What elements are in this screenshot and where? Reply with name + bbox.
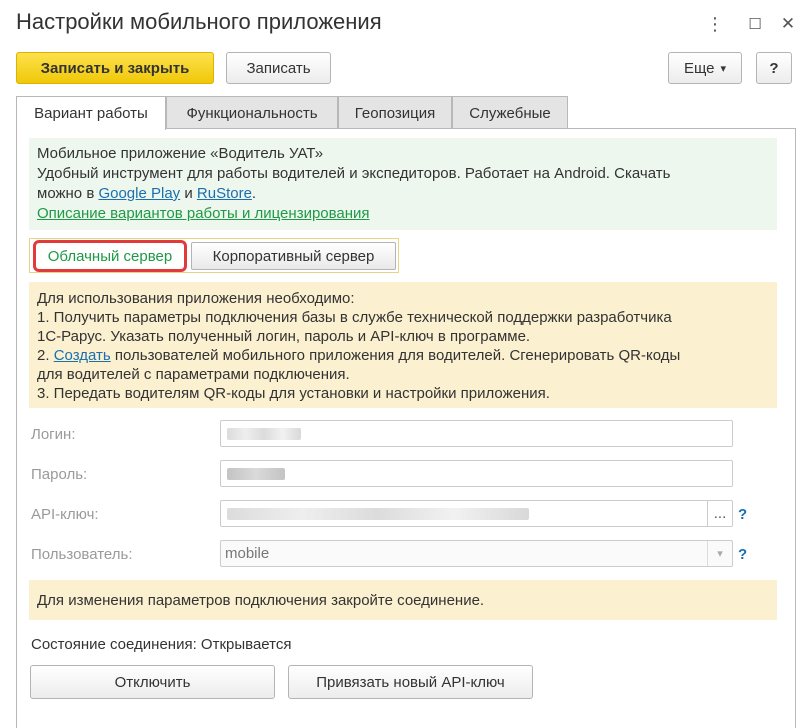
- rustore-link[interactable]: RuStore: [197, 185, 252, 202]
- close-icon[interactable]: ✕: [776, 12, 800, 36]
- bind-new-api-key-button[interactable]: Привязать новый API-ключ: [288, 665, 533, 699]
- app-info-title: Мобильное приложение «Водитель УАТ»: [37, 145, 324, 162]
- create-users-link[interactable]: Создать: [54, 347, 111, 364]
- instructions-line: 1С-Рарус. Указать полученный логин, паро…: [37, 328, 531, 345]
- connection-note-text: Для изменения параметров подключения зак…: [37, 591, 485, 609]
- app-info-download: можно в Google Play и RuStore.: [37, 184, 769, 204]
- tab-service[interactable]: Служебные: [452, 96, 568, 129]
- download-suffix: .: [251, 185, 257, 202]
- password-value-redacted: [227, 468, 285, 480]
- save-and-close-button[interactable]: Записать и закрыть: [16, 52, 214, 84]
- save-button[interactable]: Записать: [226, 52, 331, 84]
- user-help-icon[interactable]: ?: [738, 546, 747, 563]
- login-value-redacted: [227, 428, 301, 440]
- instructions-line: 2. Создать пользователей мобильного прил…: [37, 346, 769, 365]
- more-label: Еще: [683, 59, 715, 77]
- password-field[interactable]: [220, 460, 733, 487]
- instructions-line: Для использования приложения необходимо:: [37, 290, 355, 307]
- user-select-value: mobile: [225, 545, 270, 562]
- step2-prefix: 2.: [37, 347, 54, 364]
- user-label: Пользователь:: [31, 546, 133, 563]
- app-info-box: Мобильное приложение «Водитель УАТ» Удоб…: [29, 138, 777, 230]
- password-label: Пароль:: [31, 466, 88, 483]
- api-key-select-button[interactable]: ...: [707, 501, 732, 526]
- api-key-field[interactable]: ...: [220, 500, 733, 527]
- connection-status-label: Состояние соединения:: [31, 636, 197, 653]
- download-and: и: [180, 185, 197, 202]
- instructions-line: 3. Передать водителям QR-коды для устано…: [37, 385, 550, 402]
- login-field[interactable]: [220, 420, 733, 447]
- tab-geoposition[interactable]: Геопозиция: [338, 96, 452, 129]
- help-button[interactable]: ?: [756, 52, 792, 84]
- step2-text: пользователей мобильного приложения для …: [110, 347, 681, 364]
- app-info-desc: Удобный инструмент для работы водителей …: [37, 165, 671, 182]
- instructions-box: Для использования приложения необходимо:…: [29, 282, 777, 408]
- server-type-switch: Облачный сервер Корпоративный сервер: [29, 238, 399, 273]
- disconnect-button[interactable]: Отключить: [30, 665, 275, 699]
- instructions-line: 1. Получить параметры подключения базы в…: [37, 309, 672, 326]
- tab-work-mode[interactable]: Вариант работы: [16, 96, 166, 130]
- google-play-link[interactable]: Google Play: [98, 185, 180, 202]
- corporate-server-option[interactable]: Корпоративный сервер: [191, 242, 396, 270]
- licensing-description-link[interactable]: Описание вариантов работы и лицензирован…: [37, 205, 370, 222]
- api-key-help-icon[interactable]: ?: [738, 506, 747, 523]
- connection-status: Состояние соединения: Открывается: [31, 636, 291, 653]
- connection-note: Для изменения параметров подключения зак…: [29, 580, 777, 620]
- chevron-down-icon[interactable]: ▾: [707, 541, 732, 566]
- window-title: Настройки мобильного приложения: [16, 9, 382, 34]
- chevron-down-icon: ▾: [720, 62, 727, 75]
- tab-functionality[interactable]: Функциональность: [166, 96, 338, 129]
- api-key-value-redacted: [227, 508, 529, 520]
- cloud-server-option[interactable]: Облачный сервер: [33, 240, 187, 272]
- maximize-icon[interactable]: ☐: [743, 12, 767, 36]
- instructions-line: для водителей с параметрами подключения.: [37, 366, 350, 383]
- download-prefix: можно в: [37, 185, 99, 202]
- more-button[interactable]: Еще ▾: [668, 52, 742, 84]
- login-label: Логин:: [31, 426, 76, 443]
- api-key-label: API-ключ:: [31, 506, 99, 523]
- user-select[interactable]: mobile ▾: [220, 540, 733, 567]
- more-menu-icon[interactable]: ⋮: [703, 12, 727, 36]
- connection-status-value: Открывается: [200, 636, 292, 653]
